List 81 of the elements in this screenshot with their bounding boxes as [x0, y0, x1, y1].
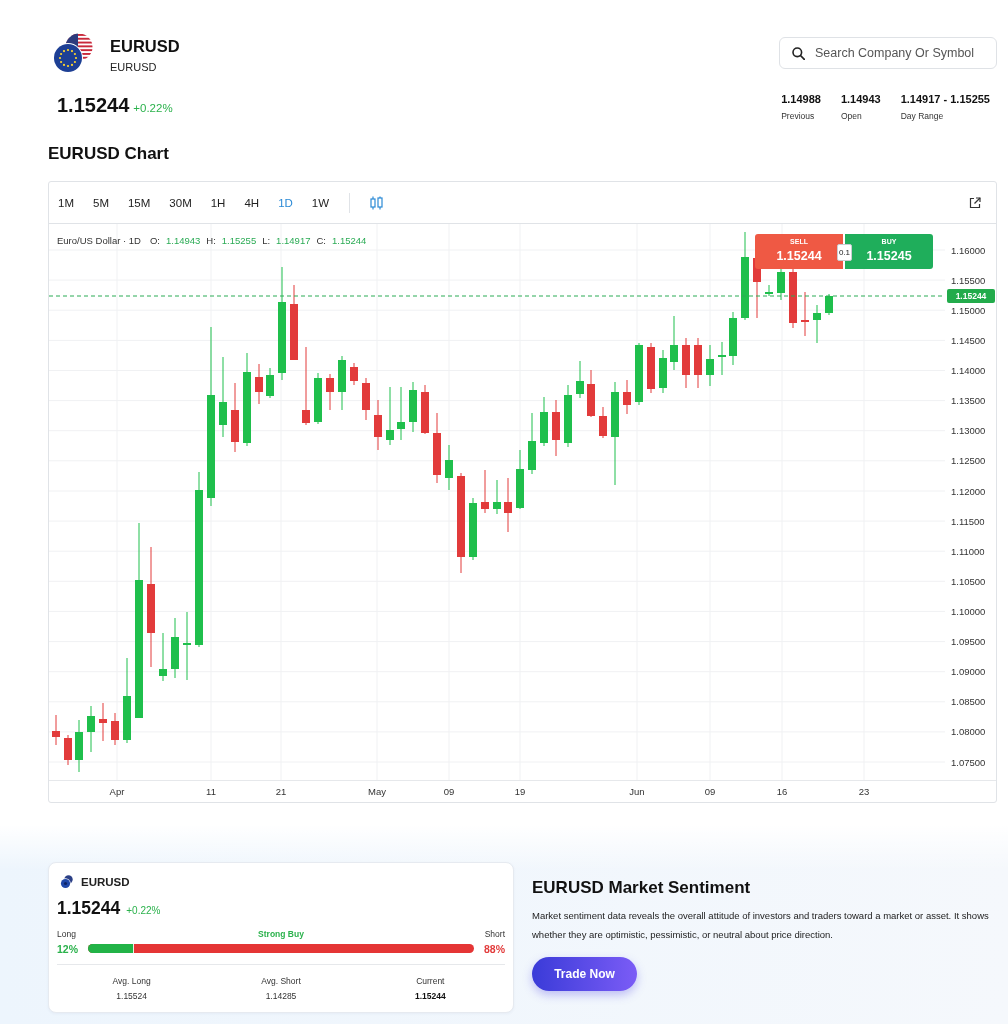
price-axis-label: 1.13000: [951, 425, 986, 437]
legend-key: C:: [316, 235, 326, 247]
sentiment-stat-label: Current: [416, 976, 445, 986]
date-axis-label: Apr: [109, 786, 125, 797]
price-axis-label: 1.15500: [951, 274, 986, 286]
sentiment-stat-value: 1.15524: [116, 991, 148, 1001]
stat-value: 1.14988: [781, 92, 821, 106]
external-link-icon[interactable]: [969, 196, 981, 209]
legend-key: H:: [206, 235, 216, 247]
search-icon: [792, 47, 805, 60]
price-axis-label: 1.10000: [951, 605, 986, 617]
date-axis-label: 11: [206, 786, 216, 797]
stat-label: Previous: [781, 111, 815, 122]
instrument-name: EURUSD: [110, 61, 157, 74]
sentiment-stat-value: 1.14285: [265, 991, 297, 1001]
sentiment-price: 1.15244: [57, 897, 121, 919]
candlestick-icon[interactable]: [369, 195, 383, 210]
price-axis-label: 1.13500: [951, 395, 986, 407]
stat-value: 1.14943: [840, 92, 881, 106]
sentiment-stat-value: 1.15244: [414, 991, 446, 1001]
legend-value: 1.14917: [276, 235, 311, 247]
legend-title: Euro/US Dollar · 1D: [57, 235, 141, 247]
timeframe-tab[interactable]: 15M: [118, 187, 160, 218]
date-axis-label: 09: [443, 786, 455, 797]
legend-value: 1.15244: [331, 235, 367, 247]
date-axis-label: 19: [514, 786, 526, 797]
price-axis-label: 1.14500: [951, 334, 986, 346]
timeframe-tab[interactable]: 1M: [49, 187, 84, 218]
price-axis-label: 1.12500: [951, 455, 986, 467]
sentiment-signal: Strong Buy: [258, 929, 304, 940]
price-axis-label: 1.16000: [951, 244, 986, 256]
price-axis-label: 1.15000: [951, 304, 986, 316]
sentiment-stat-label: Avg. Long: [112, 976, 151, 986]
stat-label: Open: [840, 111, 862, 122]
sentiment-change: +0.22%: [126, 905, 161, 916]
date-axis-label: 23: [858, 786, 870, 797]
date-axis-label: 21: [275, 786, 287, 797]
price-axis-label: 1.09000: [951, 666, 986, 678]
stat-label: Day Range: [900, 111, 944, 122]
timeframe-tab[interactable]: 1W: [302, 187, 339, 218]
price-change: +0.22%: [133, 102, 173, 114]
date-axis-label: 09: [704, 786, 716, 797]
timeframe-tab[interactable]: 1D: [268, 187, 303, 218]
timeframe-tab[interactable]: 30M: [159, 187, 202, 218]
short-percent: 88%: [484, 942, 505, 955]
search-field[interactable]: Search Company Or Symbol: [779, 37, 997, 69]
sentiment-title: EURUSD Market Sentiment: [532, 877, 751, 899]
price-axis-label: 1.07500: [951, 756, 986, 768]
timeframe-tab[interactable]: 5M: [83, 187, 119, 218]
sentiment-symbol: EURUSD: [81, 876, 130, 888]
price-axis-label: 1.11500: [951, 515, 985, 527]
timeframe-tab[interactable]: 4H: [234, 187, 269, 218]
sentiment-description: Market sentiment data reveals the overall attitude of investors and traders toward a market or asset. It shows whether they are optimistic, pessimistic, or neutral about price direction.: [532, 909, 990, 942]
long-percent: 12%: [57, 942, 78, 955]
timeframe-tab[interactable]: 1H: [201, 187, 235, 218]
long-label: Long: [57, 929, 76, 940]
date-axis-label: May: [368, 786, 386, 797]
price-axis-label: 1.08500: [951, 696, 986, 708]
price-axis-label: 1.12000: [951, 485, 986, 497]
current-price: 1.15244: [57, 93, 130, 117]
price-axis-label: 1.14000: [951, 365, 986, 376]
price-axis-label: 1.08000: [951, 726, 986, 738]
trade-now-button[interactable]: Trade Now: [532, 957, 637, 991]
chart-title: EURUSD Chart: [48, 143, 169, 165]
price-axis-label: 1.11000: [951, 545, 985, 557]
stat-value: 1.14917 - 1.15255: [900, 92, 990, 106]
currency-pair-icon: [60, 875, 73, 889]
legend-value: 1.14943: [166, 235, 201, 247]
price-axis-label: 1.10500: [951, 575, 986, 587]
date-axis-label: Jun: [629, 786, 645, 797]
sentiment-stat-label: Avg. Short: [261, 976, 301, 986]
price-axis-label: 1.09500: [951, 636, 986, 648]
instrument-symbol: EURUSD: [110, 36, 180, 56]
short-label: Short: [484, 929, 505, 940]
legend-key: O:: [149, 235, 160, 247]
currency-pair-icon: [53, 33, 93, 73]
legend-value: 1.15255: [221, 235, 257, 247]
last-price-label: 1.15244: [947, 289, 995, 303]
date-axis-label: 16: [776, 786, 788, 797]
quantity-field[interactable]: 0.1: [837, 244, 852, 261]
legend-key: L:: [262, 235, 271, 247]
